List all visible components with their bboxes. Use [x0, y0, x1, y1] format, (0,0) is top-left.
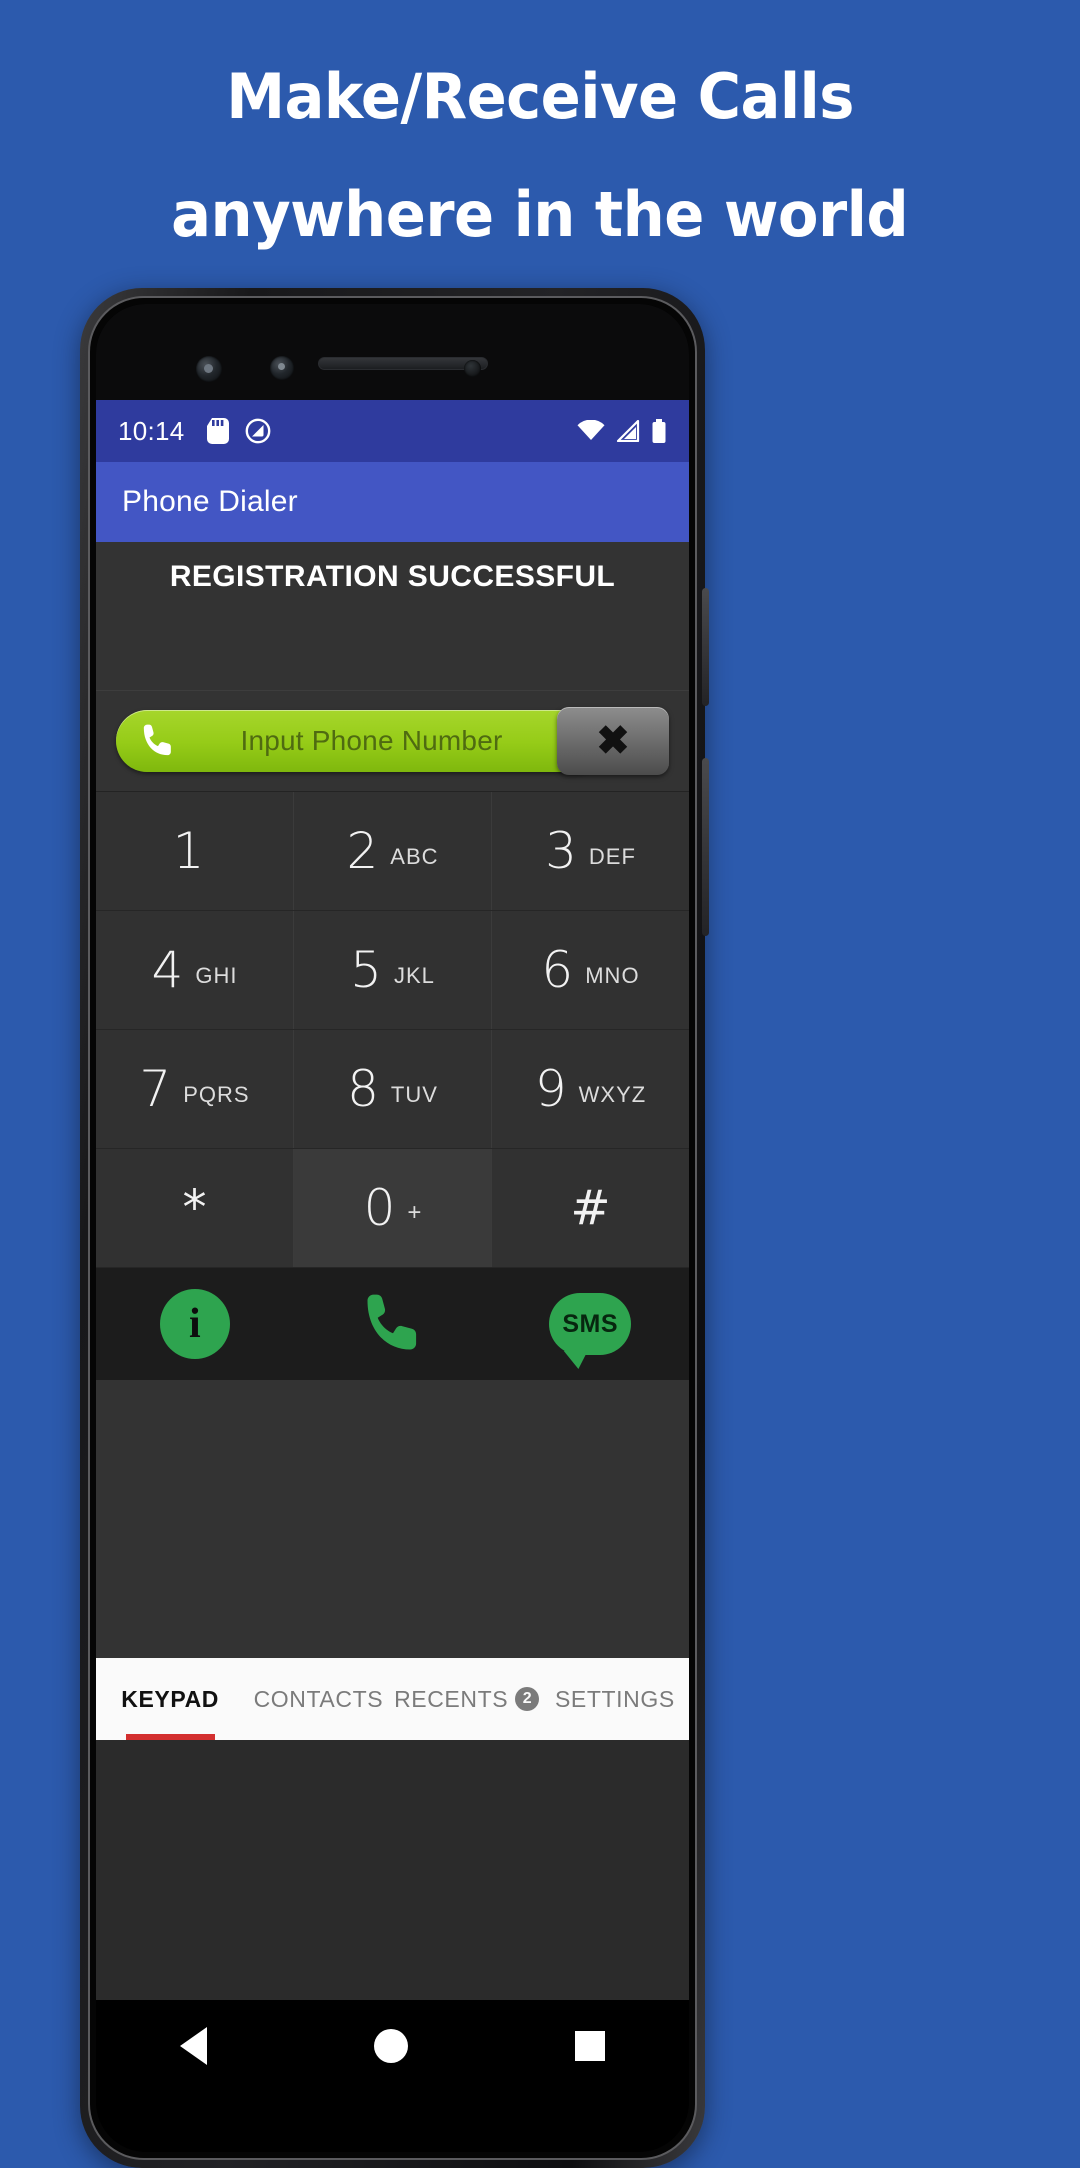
- android-navigation-bar: [96, 2000, 689, 2092]
- dialpad-digit: 7: [139, 1060, 172, 1118]
- battery-icon: [652, 419, 666, 443]
- phone-call-icon: [367, 1294, 416, 1350]
- dialpad-key-1[interactable]: 1: [96, 792, 294, 910]
- dialpad-key-star[interactable]: *: [96, 1149, 294, 1267]
- dialpad-key-8[interactable]: 8 TUV: [294, 1030, 492, 1148]
- sd-card-icon: [206, 418, 229, 444]
- dialpad-digit: 9: [534, 1060, 567, 1118]
- dialpad-digit: 5: [350, 941, 382, 999]
- phone-number-placeholder: Input Phone Number: [240, 725, 503, 756]
- dialpad-digit: 6: [541, 941, 574, 999]
- dialpad-key-hash[interactable]: #: [492, 1149, 689, 1267]
- marketing-banner: Make/Receive Calls anywhere in the world: [0, 0, 1080, 290]
- secondary-camera-icon: [270, 356, 294, 380]
- dialpad-letters: WXYZ: [578, 1082, 647, 1107]
- tab-recents[interactable]: RECENTS 2: [393, 1658, 541, 1740]
- info-letter: i: [188, 1301, 201, 1347]
- sms-button[interactable]: SMS: [491, 1293, 689, 1355]
- dialpad-digit: 8: [347, 1060, 379, 1118]
- dialpad-key-3[interactable]: 3 DEF: [492, 792, 689, 910]
- signal-icon: [616, 420, 640, 442]
- proximity-sensor-icon: [464, 360, 481, 377]
- dialpad-row: 1 2 ABC 3 DEF: [96, 792, 689, 911]
- app-title: Phone Dialer: [122, 485, 298, 518]
- dialpad-key-9[interactable]: 9 WXYZ: [492, 1030, 689, 1148]
- dialpad-key-0[interactable]: 0 +: [294, 1149, 492, 1267]
- registration-status-text: REGISTRATION SUCCESSFUL: [169, 560, 616, 593]
- dialpad-letters: MNO: [585, 963, 640, 988]
- dialpad-letters: TUV: [390, 1082, 438, 1107]
- dialpad-digit: *: [182, 1180, 207, 1236]
- dialpad-key-2[interactable]: 2 ABC: [294, 792, 492, 910]
- status-time: 10:14: [118, 415, 185, 446]
- tab-contacts[interactable]: CONTACTS: [244, 1658, 392, 1740]
- phone-screen: 10:14 Phone Dialer REGISTRATION SUCCESSF…: [96, 400, 689, 2000]
- tab-label: KEYPAD: [121, 1685, 219, 1712]
- dialpad-digit: 1: [172, 822, 205, 880]
- dialpad: 1 2 ABC 3 DEF 4 GHI 5 JKL 6 MNO 7 PQRS 8…: [96, 792, 689, 1268]
- phone-number-input-row: Input Phone Number ✖: [96, 690, 689, 792]
- volume-button[interactable]: [702, 758, 709, 936]
- tab-label: RECENTS: [394, 1685, 509, 1712]
- bottom-tab-bar: KEYPAD CONTACTS RECENTS 2 SETTINGS: [96, 1658, 689, 1740]
- phone-device-mockup: 10:14 Phone Dialer REGISTRATION SUCCESSF…: [80, 288, 709, 2168]
- wifi-icon: [577, 420, 605, 440]
- recents-square-icon[interactable]: [575, 2031, 606, 2061]
- registration-status-area: REGISTRATION SUCCESSFUL: [96, 542, 689, 690]
- info-button[interactable]: i: [96, 1289, 294, 1359]
- phone-number-input[interactable]: Input Phone Number: [116, 710, 605, 772]
- dialpad-letters: JKL: [393, 963, 435, 988]
- home-circle-icon[interactable]: [373, 2029, 408, 2063]
- status-bar: 10:14: [96, 400, 689, 462]
- action-button-row: i SMS: [96, 1268, 689, 1380]
- tab-label: CONTACTS: [253, 1685, 384, 1712]
- call-button[interactable]: [294, 1288, 492, 1360]
- phone-handset-icon: [143, 724, 171, 756]
- dialpad-letters: ABC: [390, 844, 439, 869]
- dialpad-digit: 4: [151, 941, 184, 999]
- dialpad-key-6[interactable]: 6 MNO: [492, 911, 689, 1029]
- sms-bubble-icon: SMS: [549, 1293, 632, 1355]
- dialpad-row: 4 GHI 5 JKL 6 MNO: [96, 911, 689, 1030]
- power-button[interactable]: [702, 588, 709, 706]
- dialpad-digit: 3: [545, 822, 577, 880]
- dialpad-row: * 0 + #: [96, 1149, 689, 1268]
- dialpad-digit: 2: [346, 822, 379, 880]
- headline-line-1: Make/Receive Calls: [226, 60, 854, 133]
- dialpad-key-4[interactable]: 4 GHI: [96, 911, 294, 1029]
- dialpad-row: 7 PQRS 8 TUV 9 WXYZ: [96, 1030, 689, 1149]
- info-circle-icon: i: [159, 1289, 230, 1359]
- close-icon: ✖: [596, 719, 630, 763]
- tab-keypad[interactable]: KEYPAD: [96, 1658, 244, 1740]
- dialpad-letters: PQRS: [183, 1082, 250, 1107]
- sms-label: SMS: [562, 1309, 619, 1338]
- dialpad-digit: #: [570, 1180, 611, 1236]
- device-top-bezel: [96, 304, 689, 400]
- back-triangle-icon[interactable]: [179, 2027, 207, 2065]
- dialpad-letters: DEF: [588, 844, 636, 869]
- tab-label: SETTINGS: [554, 1685, 675, 1712]
- tab-settings[interactable]: SETTINGS: [541, 1658, 689, 1740]
- dialpad-key-7[interactable]: 7 PQRS: [96, 1030, 294, 1148]
- dialpad-key-5[interactable]: 5 JKL: [294, 911, 492, 1029]
- dialpad-letters: GHI: [195, 963, 238, 988]
- dialpad-plus: +: [407, 1199, 422, 1226]
- do-not-disturb-icon: [245, 418, 270, 444]
- app-bar: Phone Dialer: [96, 462, 689, 542]
- front-camera-icon: [196, 356, 222, 382]
- content-filler: [96, 1380, 689, 1658]
- status-badge: 2: [515, 1687, 540, 1711]
- dialpad-digit: 0: [363, 1179, 396, 1237]
- earpiece-speaker: [318, 357, 488, 370]
- headline-line-2: anywhere in the world: [171, 178, 909, 251]
- clear-input-button[interactable]: ✖: [557, 707, 669, 775]
